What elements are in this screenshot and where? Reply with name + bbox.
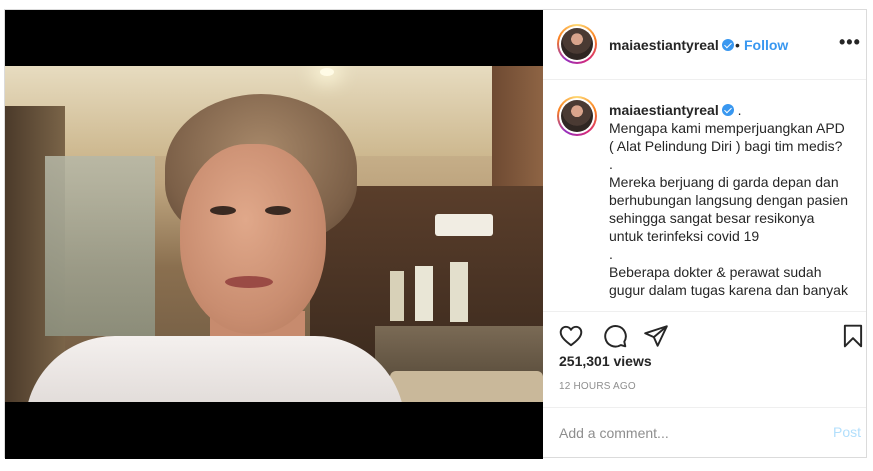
- caption-line: sehingga sangat besar resikonya: [609, 210, 815, 226]
- avatar-photo: [561, 28, 593, 60]
- video-window: [390, 271, 404, 321]
- verified-badge-icon: [721, 104, 734, 116]
- caption-line: .: [609, 246, 613, 262]
- post-header: maiaestiantyreal • Follow •••: [543, 10, 866, 80]
- video-window: [450, 262, 468, 322]
- caption-username[interactable]: maiaestiantyreal: [609, 102, 719, 118]
- comment-input[interactable]: [559, 423, 809, 443]
- header-separator: •: [735, 37, 740, 53]
- caption-line: Mengapa kami memperjuangkan APD: [609, 120, 845, 136]
- caption-line: ( Alat Pelindung Diri ) bagi tim medis?: [609, 138, 843, 154]
- video-window: [415, 266, 433, 321]
- caption-text: maiaestiantyreal . Mengapa kami memperju…: [609, 101, 859, 299]
- video-sofa: [390, 371, 543, 402]
- caption-line: gugur dalam tugas karena dan banyak: [609, 282, 848, 298]
- heart-icon[interactable]: [558, 323, 584, 349]
- video-player[interactable]: [5, 10, 543, 459]
- caption-line: untuk terinfeksi covid 19: [609, 228, 760, 244]
- caption-avatar[interactable]: [557, 96, 597, 136]
- caption-line: Beberapa dokter & perawat sudah: [609, 264, 822, 280]
- more-horizontal-icon[interactable]: •••: [839, 32, 860, 52]
- post-timestamp[interactable]: 12 HOURS AGO: [559, 381, 636, 392]
- instagram-post: maiaestiantyreal • Follow ••• maiaestian…: [4, 9, 867, 459]
- video-glass-door: [45, 156, 155, 336]
- comment-icon[interactable]: [602, 323, 628, 349]
- avatar-ring: [559, 98, 595, 134]
- video-person-eye: [210, 206, 236, 215]
- caption-line: berhubungan langsung dengan pasien: [609, 192, 848, 208]
- avatar-photo: [561, 100, 593, 132]
- video-person-shirt: [25, 336, 405, 402]
- avatar[interactable]: [557, 24, 597, 64]
- caption-trail: .: [737, 102, 742, 118]
- video-air-conditioner: [435, 214, 493, 236]
- caption-username-line: maiaestiantyreal .: [609, 101, 859, 119]
- avatar-ring: [559, 26, 595, 62]
- follow-button[interactable]: Follow: [744, 37, 788, 53]
- bookmark-icon[interactable]: [840, 323, 866, 349]
- header-username[interactable]: maiaestiantyreal: [609, 37, 719, 53]
- caption-section: maiaestiantyreal . Mengapa kami memperju…: [543, 80, 866, 312]
- post-comment-button[interactable]: Post: [833, 424, 861, 440]
- video-person-mouth: [225, 276, 273, 288]
- caption-line: .: [609, 156, 613, 172]
- video-person-eye: [265, 206, 291, 215]
- video-person-face: [180, 144, 326, 334]
- paper-plane-icon[interactable]: [643, 323, 669, 349]
- header-username-group: maiaestiantyreal: [609, 37, 734, 55]
- post-sidebar: maiaestiantyreal • Follow ••• maiaestian…: [543, 10, 866, 457]
- comment-form: Post: [543, 407, 866, 457]
- video-frame[interactable]: [5, 66, 543, 402]
- view-count[interactable]: 251,301 views: [559, 353, 652, 369]
- verified-badge-icon: [721, 39, 734, 51]
- caption-line: Mereka berjuang di garda depan dan: [609, 174, 839, 190]
- video-ceiling-lamp: [320, 68, 334, 76]
